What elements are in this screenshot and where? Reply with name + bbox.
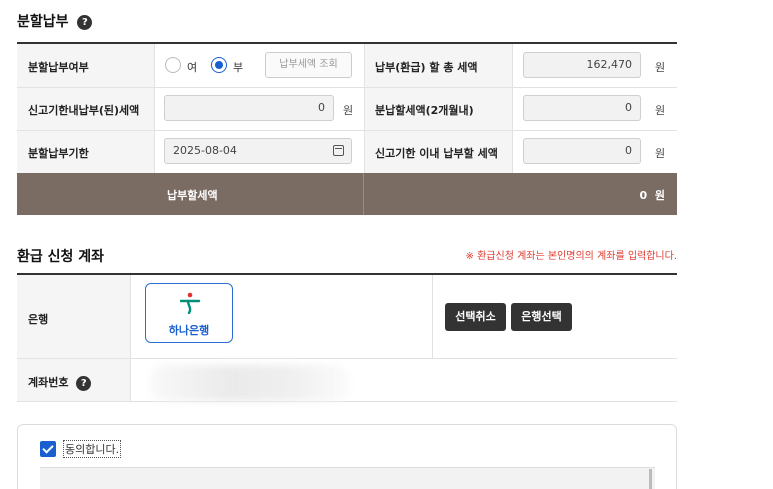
col-divider bbox=[512, 44, 513, 173]
pay-within-deadline-unit: 원 bbox=[655, 147, 666, 160]
split-tax-field: 0 bbox=[523, 95, 641, 121]
installment-choice-label: 분할납부여부 bbox=[28, 61, 89, 74]
row-divider bbox=[17, 401, 677, 402]
account-number-text: 계좌번호 bbox=[28, 376, 69, 389]
masked-account-number bbox=[150, 365, 350, 401]
radio-yes-label: 여 bbox=[187, 61, 198, 74]
terms-scrollbar[interactable] bbox=[649, 469, 652, 489]
total-tax-label: 납부(환급) 할 총 세액 bbox=[375, 61, 478, 74]
total-payable-amount: 0 bbox=[639, 189, 648, 202]
total-bar-divider bbox=[363, 173, 364, 215]
paid-within-deadline-unit: 원 bbox=[343, 104, 354, 117]
installment-section-title: 분할납부 ? bbox=[17, 11, 93, 31]
col-divider bbox=[432, 275, 433, 358]
select-bank-button[interactable]: 은행선택 bbox=[511, 303, 572, 331]
col-divider bbox=[364, 44, 365, 173]
account-number-label: 계좌번호 ? bbox=[28, 374, 92, 391]
radio-yes[interactable] bbox=[165, 57, 181, 73]
bank-label: 은행 bbox=[28, 313, 49, 326]
cancel-selection-button[interactable]: 선택취소 bbox=[445, 303, 506, 331]
agree-checkbox[interactable] bbox=[40, 441, 56, 457]
tax-inquiry-button[interactable]: 납부세액 조회 bbox=[265, 52, 352, 78]
agree-label[interactable]: 동의합니다. bbox=[62, 440, 122, 458]
pay-within-deadline-field: 0 bbox=[523, 138, 641, 164]
col-divider bbox=[154, 44, 155, 173]
installment-deadline-label: 분할납부기한 bbox=[28, 147, 89, 160]
selected-bank-card[interactable]: 하나은행 bbox=[145, 283, 233, 343]
total-tax-field: 162,470 bbox=[523, 52, 641, 78]
total-payable-value: 0 원 bbox=[640, 187, 665, 203]
split-tax-unit: 원 bbox=[655, 104, 666, 117]
pay-within-deadline-label: 신고기한 이내 납부할 세액 bbox=[375, 147, 498, 160]
radio-no-label: 부 bbox=[233, 61, 244, 74]
total-payable-unit: 원 bbox=[654, 189, 665, 202]
paid-within-deadline-label: 신고기한내납부(된)세액 bbox=[28, 104, 140, 117]
total-tax-unit: 원 bbox=[655, 61, 666, 74]
total-payable-bar: 납부할세액 0 원 bbox=[17, 173, 677, 215]
help-icon[interactable]: ? bbox=[77, 14, 93, 30]
paid-within-deadline-field[interactable]: 0 bbox=[164, 95, 334, 121]
hana-bank-logo bbox=[179, 292, 201, 314]
installment-deadline-date[interactable]: 2025-08-04 bbox=[164, 138, 352, 164]
refund-section-title: 환급 신청 계좌 bbox=[17, 249, 105, 265]
refund-notice: ※ 환급신청 계좌는 본인명의의 계좌를 입력합니다. bbox=[465, 251, 677, 262]
row-divider bbox=[17, 87, 677, 88]
terms-textarea[interactable] bbox=[40, 467, 655, 489]
help-icon[interactable]: ? bbox=[76, 375, 92, 391]
installment-title-text: 분할납부 bbox=[17, 14, 69, 30]
calendar-icon[interactable] bbox=[333, 145, 344, 156]
bank-name: 하나은행 bbox=[168, 324, 210, 337]
split-tax-label: 분납할세액(2개월내) bbox=[375, 104, 474, 117]
row-divider bbox=[17, 130, 677, 131]
deadline-date-text: 2025-08-04 bbox=[173, 144, 237, 157]
radio-no[interactable] bbox=[211, 57, 227, 73]
row-divider bbox=[17, 358, 677, 359]
col-divider bbox=[130, 275, 131, 401]
total-payable-label: 납부할세액 bbox=[167, 189, 218, 202]
